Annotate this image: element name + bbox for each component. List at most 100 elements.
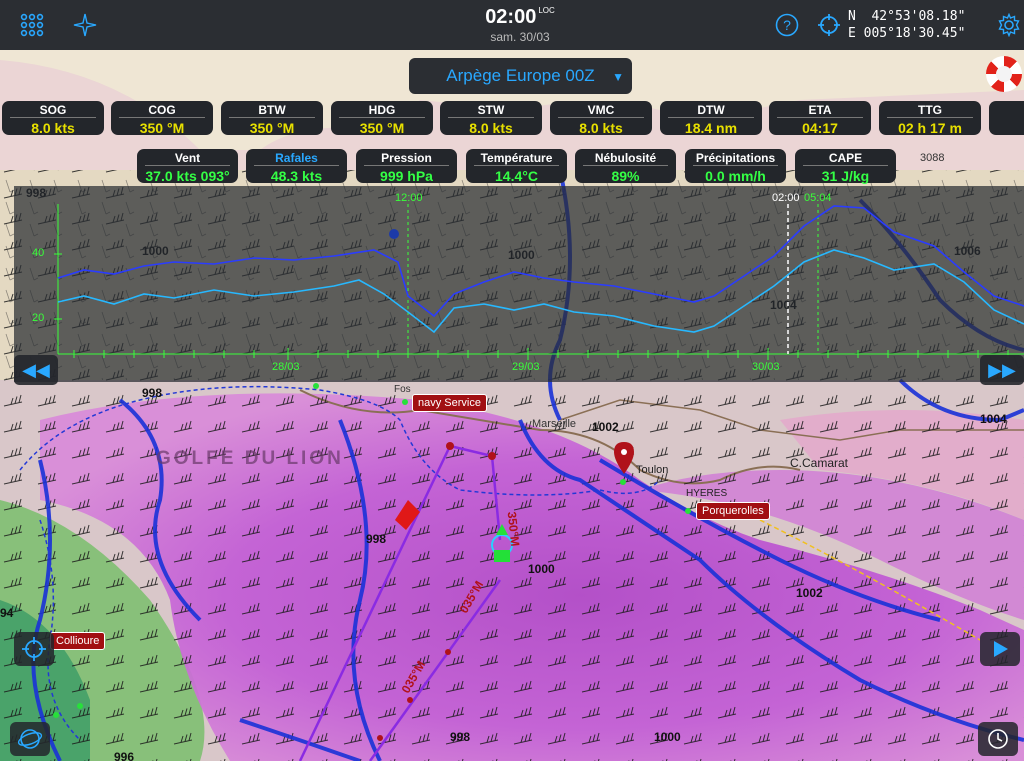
map-label-camarat: C.Camarat <box>790 456 849 470</box>
graph-next-button[interactable]: ▶▶ <box>980 355 1024 385</box>
instrument-dtw[interactable]: DTW 18.4 nm <box>660 101 762 136</box>
map-view[interactable]: GOLFE DU LION Marseille Toulon HYERES C.… <box>0 0 1024 761</box>
longitude: E 005°18'30.45" <box>848 26 966 41</box>
x-tick-30: 30/03 <box>752 361 780 373</box>
instrument-value: 04:17 <box>802 120 838 136</box>
marker-label-0200: 02:00 <box>772 192 800 204</box>
weather-label: Précipitations <box>693 149 778 166</box>
instrument-value: 350 °M <box>139 120 185 136</box>
instrument-vmc[interactable]: VMC 8.0 kts <box>550 101 652 136</box>
weather-pressure[interactable]: Pression 999 hPa <box>356 149 457 184</box>
crosshair-icon <box>22 637 46 661</box>
instrument-partial[interactable] <box>989 101 1024 135</box>
svg-text:?: ? <box>783 17 791 33</box>
instrument-label: DTW <box>668 101 754 118</box>
clock-button[interactable] <box>978 722 1018 756</box>
instrument-value: 350 °M <box>249 120 295 136</box>
isobar-label: 1000 <box>528 562 555 576</box>
weather-cape[interactable]: CAPE 31 J/kg <box>795 149 896 184</box>
weather-temperature[interactable]: Température 14.4°C <box>466 149 567 184</box>
isobar-label: 998 <box>450 730 471 744</box>
instrument-label: ETA <box>777 101 863 118</box>
map-label-golfe: GOLFE DU LION <box>156 448 344 469</box>
play-forward-button[interactable] <box>980 632 1020 666</box>
instrument-value: 02 h 17 m <box>898 120 962 136</box>
clock-time: 02:00 <box>485 6 537 28</box>
weather-wind[interactable]: Vent 37.0 kts 093° <box>137 149 238 184</box>
y-tick-20: 20 <box>32 312 45 324</box>
position-readout: N 42°53'08.18" E 005°18'30.45" <box>848 8 965 42</box>
instrument-ttg[interactable]: TTG 02 h 17 m <box>879 101 981 136</box>
isobar-label: 1002 <box>796 586 823 600</box>
pin-navy-service[interactable]: navy Service <box>412 394 487 412</box>
weather-model-label: Arpège Europe 00Z <box>446 66 595 85</box>
isobar-label: 1002 <box>592 420 619 434</box>
instrument-value: 8.0 kts <box>31 120 75 136</box>
instrument-stw[interactable]: STW 8.0 kts <box>440 101 542 136</box>
isobar-label: 998 <box>142 386 163 400</box>
marker-label-0504: 05:04 <box>804 192 832 204</box>
compass-rose-icon[interactable] <box>70 10 100 40</box>
top-bar: 02:00 LOC sam. 30/03 ? N 42°53'08.18" E 00… <box>0 0 1024 50</box>
instrument-label: SOG <box>10 101 96 118</box>
x-tick-28: 28/03 <box>272 361 300 373</box>
latitude: N 42°53'08.18" <box>848 9 966 24</box>
weather-label: Vent <box>145 149 230 166</box>
clock: 02:00 LOC sam. 30/03 <box>440 6 600 44</box>
isobar-label: 1000 <box>654 730 681 744</box>
play-icon <box>994 641 1008 657</box>
isobar-label: 996 <box>114 750 135 761</box>
clock-date: sam. 30/03 <box>490 30 550 44</box>
instrument-hdg[interactable]: HDG 350 °M <box>331 101 433 136</box>
graph-plot <box>54 204 1024 360</box>
instrument-sog[interactable]: SOG 8.0 kts <box>2 101 104 136</box>
clock-suffix: LOC <box>538 6 555 15</box>
gps-target-icon[interactable] <box>814 10 844 40</box>
map-label-toulon: Toulon <box>636 464 669 476</box>
weather-label: Température <box>474 149 559 166</box>
weather-label: CAPE <box>803 149 888 166</box>
weather-gusts[interactable]: Rafales 48.3 kts <box>246 149 347 184</box>
weather-value: 0.0 mm/h <box>705 168 766 184</box>
instrument-eta[interactable]: ETA 04:17 <box>769 101 871 136</box>
weather-model-select[interactable]: Arpège Europe 00Z ▼ <box>409 58 632 94</box>
weather-cloud-cover[interactable]: Nébulosité 89% <box>575 149 676 184</box>
weather-value: 31 J/kg <box>821 168 870 184</box>
weather-label: Nébulosité <box>583 149 668 166</box>
graph-prev-button[interactable]: ◀◀ <box>14 355 58 385</box>
isobar-label: 94 <box>0 606 14 620</box>
map-label-marseille: Marseille <box>532 418 577 430</box>
weather-precipitation[interactable]: Précipitations 0.0 mm/h <box>685 149 786 184</box>
dropdown-caret-icon: ▼ <box>612 70 624 84</box>
instrument-label: TTG <box>887 101 973 118</box>
weather-label: Rafales <box>254 149 339 166</box>
pin-porquerolles[interactable]: Porquerolles <box>696 502 770 520</box>
marker-label-1200: 12:00 <box>395 192 423 204</box>
instrument-value: 8.0 kts <box>579 120 623 136</box>
lifebuoy-mob-icon[interactable] <box>986 56 1022 92</box>
isobar-label: 1004 <box>980 412 1007 426</box>
center-position-button[interactable] <box>14 632 54 666</box>
weather-value: 48.3 kts <box>270 168 323 184</box>
instrument-label: COG <box>119 101 205 118</box>
map-label-fos: Fos <box>394 384 411 395</box>
weather-value: 37.0 kts 093° <box>145 168 230 184</box>
grid-menu-icon[interactable] <box>17 10 47 40</box>
weather-value: 89% <box>611 168 640 184</box>
globe-button[interactable] <box>10 722 50 756</box>
timeline-graph[interactable]: 40 20 28/03 29/03 30/03 12:00 02:00 05:0… <box>14 186 1024 382</box>
x-tick-29: 29/03 <box>512 361 540 373</box>
weather-label: Pression <box>364 149 449 166</box>
instrument-value: 18.4 nm <box>684 120 738 136</box>
isobar-label: 3088 <box>920 152 945 164</box>
help-icon[interactable]: ? <box>772 10 802 40</box>
settings-gear-icon[interactable] <box>994 10 1024 40</box>
instrument-label: BTW <box>229 101 315 118</box>
isobar-label: 998 <box>366 532 387 546</box>
instrument-label: HDG <box>339 101 425 118</box>
instrument-cog[interactable]: COG 350 °M <box>111 101 213 136</box>
map-label-hyeres: HYERES <box>686 488 728 499</box>
instrument-btw[interactable]: BTW 350 °M <box>221 101 323 136</box>
clock-icon <box>988 729 1008 749</box>
pin-collioure[interactable]: Collioure <box>50 632 106 650</box>
